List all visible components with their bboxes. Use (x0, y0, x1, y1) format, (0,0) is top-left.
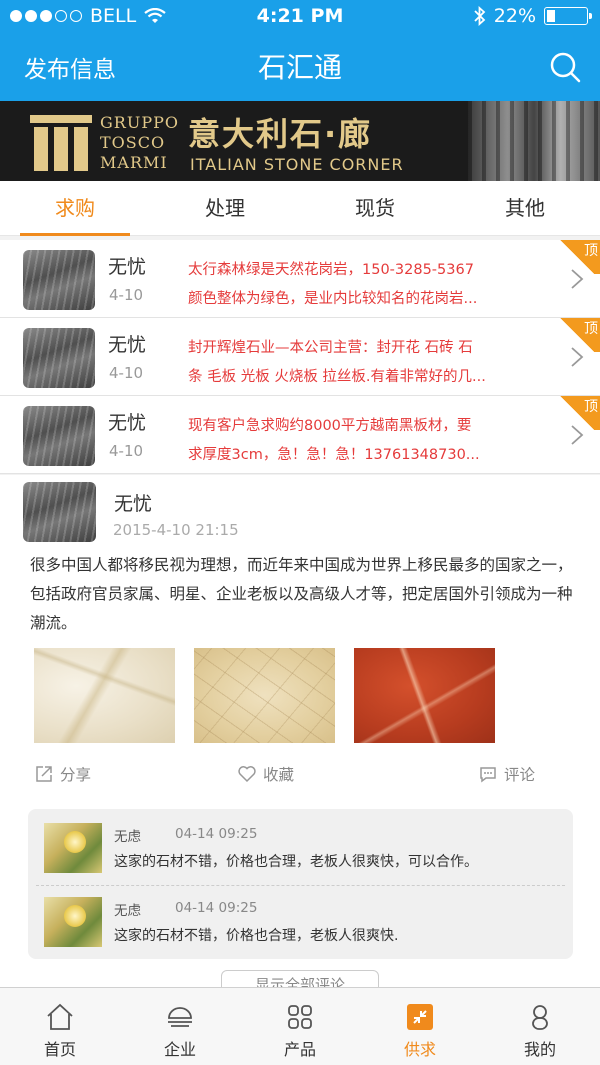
supply-demand-icon (407, 1004, 433, 1030)
tab-purchase[interactable]: 求购 (0, 181, 150, 236)
tab-label: 供求 (403, 1040, 436, 1059)
poster-name: 无忧 (108, 412, 147, 434)
listing-description: 现有客户急求购约8000平方越南黑板材，要 求厚度3cm，急！急！急！13761… (188, 412, 523, 470)
post-images (34, 648, 495, 743)
tab-label: 首页 (43, 1040, 76, 1059)
listing-description: 封开辉煌石业—本公司主营：封开花 石砖 石 条 毛板 光板 火烧板 拉丝板.有着… (188, 334, 523, 392)
share-label: 分享 (60, 766, 92, 784)
listing-description: 太行森林绿是天然花岗岩，150-3285-5367 颜色整体为绿色，是业内比较知… (188, 256, 523, 314)
category-tabs: 求购 处理 现货 其他 (0, 181, 600, 236)
post-timestamp: 2015-4-10 21:15 (113, 521, 239, 539)
banner-ad[interactable]: GRUPPO TOSCO MARMI 意大利石·廊 ITALIAN STONE … (0, 101, 600, 181)
status-bar: BELL 4:21 PM 22% (0, 0, 600, 34)
tab-enterprise[interactable]: 企业 (120, 988, 240, 1065)
poster-avatar[interactable] (23, 482, 96, 542)
comments-panel: 无虑 04-14 09:25 这家的石材不错，价格也合理，老板人很爽快，可以合作… (28, 809, 573, 959)
list-item[interactable]: 无忧 4-10 太行森林绿是天然花岗岩，150-3285-5367 颜色整体为绿… (0, 240, 600, 318)
commenter-name: 无虑 (114, 903, 141, 919)
comment-time: 04-14 09:25 (175, 900, 258, 916)
tab-home[interactable]: 首页 (0, 988, 120, 1065)
comment-text: 这家的石材不错，价格也合理，老板人很爽快，可以合作。 (114, 854, 478, 870)
poster-name: 无忧 (114, 493, 153, 515)
tab-label: 企业 (163, 1040, 196, 1059)
stone-thumbnail (23, 250, 95, 310)
tab-supply-demand[interactable]: 供求 (360, 988, 480, 1065)
brand-line-1: GRUPPO (100, 113, 179, 132)
marble-image[interactable] (194, 648, 335, 743)
comment-label: 评论 (504, 766, 536, 784)
favorite-label: 收藏 (263, 766, 295, 784)
banner-title-en: ITALIAN STONE CORNER (190, 155, 404, 174)
enterprise-icon (168, 1007, 192, 1027)
chevron-right-icon (571, 347, 584, 367)
stone-thumbnail (23, 406, 95, 466)
comment-item: 无虑 04-14 09:25 这家的石材不错，价格也合理，老板人很爽快，可以合作… (28, 809, 573, 884)
pinned-badge-label: 顶 (584, 399, 598, 415)
favorite-button[interactable]: 收藏 (237, 763, 294, 785)
comment-text: 这家的石材不错，价格也合理，老板人很爽快. (114, 928, 399, 944)
status-right: 22% (474, 5, 592, 27)
pinned-badge-label: 顶 (584, 243, 598, 259)
battery-percent: 22% (493, 5, 536, 27)
comment-button[interactable]: 评论 (478, 763, 535, 785)
post-actions: 分享 收藏 评论 (0, 763, 600, 795)
bluetooth-icon (474, 6, 486, 26)
profile-icon (532, 1005, 548, 1030)
description-line: 太行森林绿是天然花岗岩，150-3285-5367 (188, 262, 474, 278)
description-line: 封开辉煌石业—本公司主营：封开花 石砖 石 (188, 340, 473, 356)
tab-clearance[interactable]: 处理 (150, 181, 300, 235)
brand-line-3: MARMI (100, 153, 168, 172)
post-card: 无忧 2015-4-10 21:15 很多中国人都将移民视为理想，而近年来中国成… (0, 475, 600, 1000)
list-item[interactable]: 无忧 4-10 封开辉煌石业—本公司主营：封开花 石砖 石 条 毛板 光板 火烧… (0, 318, 600, 396)
post-date: 4-10 (109, 364, 144, 382)
description-line: 现有客户急求购约8000平方越南黑板材，要 (188, 418, 472, 434)
post-body: 很多中国人都将移民视为理想，而近年来中国成为世界上移民最多的国家之一，包括政府官… (30, 556, 573, 632)
comment-icon (480, 767, 496, 783)
products-icon (288, 1005, 312, 1029)
chevron-right-icon (571, 425, 584, 445)
brand-line-2: TOSCO (100, 133, 166, 152)
description-line: 求厚度3cm，急！急！急！13761348730... (188, 447, 480, 463)
brand-logo (30, 115, 92, 171)
tab-products[interactable]: 产品 (240, 988, 360, 1065)
listing-list: 无忧 4-10 太行森林绿是天然花岗岩，150-3285-5367 颜色整体为绿… (0, 240, 600, 474)
bottom-tab-bar: 首页 企业 产品 供求 我的 (0, 987, 600, 1065)
commenter-avatar[interactable] (44, 897, 102, 947)
comment-time: 04-14 09:25 (175, 826, 258, 842)
share-icon (36, 766, 52, 782)
description-line: 颜色整体为绿色，是业内比较知名的花岗岩... (188, 291, 478, 307)
commenter-avatar[interactable] (44, 823, 102, 873)
chevron-right-icon (571, 269, 584, 289)
comment-item: 无虑 04-14 09:25 这家的石材不错，价格也合理，老板人很爽快. (28, 883, 573, 958)
post-date: 4-10 (109, 286, 144, 304)
home-icon (47, 1003, 73, 1030)
heart-icon (238, 766, 256, 783)
commenter-name: 无虑 (114, 829, 141, 845)
tab-in-stock[interactable]: 现货 (300, 181, 450, 235)
marble-image[interactable] (354, 648, 495, 743)
search-icon[interactable] (548, 50, 582, 84)
description-line: 条 毛板 光板 火烧板 拉丝板.有着非常好的几... (188, 369, 486, 385)
tab-profile[interactable]: 我的 (480, 988, 600, 1065)
battery-icon (544, 7, 592, 25)
tab-label: 产品 (283, 1040, 316, 1059)
pinned-badge-label: 顶 (584, 321, 598, 337)
stone-thumbnail (23, 328, 95, 388)
share-button[interactable]: 分享 (34, 763, 91, 785)
list-item[interactable]: 无忧 4-10 现有客户急求购约8000平方越南黑板材，要 求厚度3cm，急！急… (0, 396, 600, 474)
page-title: 石汇通 (257, 51, 342, 84)
tab-label: 我的 (523, 1040, 556, 1059)
brand-text: GRUPPO TOSCO MARMI (100, 113, 179, 173)
banner-photo (468, 101, 600, 181)
marble-image[interactable] (34, 648, 175, 743)
tab-other[interactable]: 其他 (450, 181, 600, 235)
poster-name: 无忧 (108, 334, 147, 356)
banner-title-cn: 意大利石·廊 (188, 115, 373, 153)
top-bar: BELL 4:21 PM 22% 发布信息 石汇通 (0, 0, 600, 101)
post-date: 4-10 (109, 442, 144, 460)
poster-name: 无忧 (108, 256, 147, 278)
